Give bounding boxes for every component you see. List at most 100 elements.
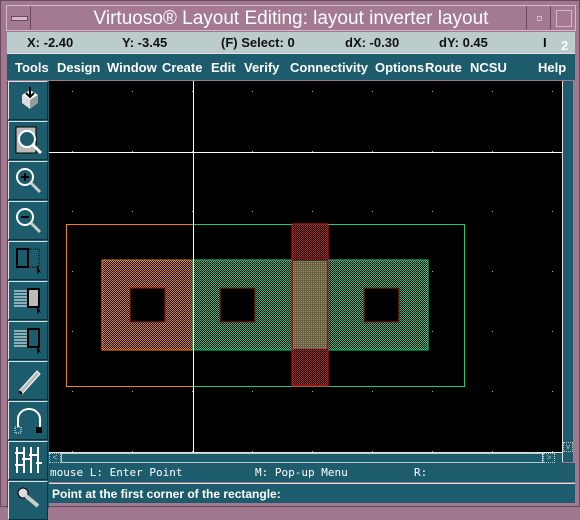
- grid-dot: [132, 211, 133, 212]
- grid-dot: [492, 151, 493, 152]
- grid-dot: [492, 271, 493, 272]
- mouse-bindings-bar: mouse L: Enter Point M: Pop-up Menu R:: [49, 463, 575, 482]
- delta-x: dX: -0.30: [345, 35, 400, 50]
- layout-window: Virtuoso® Layout Editing: layout inverte…: [0, 0, 580, 520]
- window-menu-button[interactable]: [7, 6, 31, 30]
- grid-dot: [432, 391, 433, 392]
- select-count: (F) Select: 0: [221, 35, 295, 50]
- horizontal-scroll-thumb[interactable]: [61, 453, 543, 463]
- delete-tool-button[interactable]: [8, 361, 48, 400]
- coordinate-status-bar: X: -2.40 Y: -3.45 (F) Select: 0 dX: -0.3…: [7, 32, 521, 53]
- mouse-left-binding: mouse L: Enter Point: [50, 466, 183, 479]
- zoom-fit-tool-button[interactable]: [8, 121, 48, 160]
- grid-dot: [432, 91, 433, 92]
- contact-3[interactable]: [363, 287, 400, 323]
- menu-edit[interactable]: Edit: [211, 60, 236, 75]
- vertical-scrollbar[interactable]: v: [562, 81, 573, 462]
- horizontal-scrollbar[interactable]: < >: [49, 452, 562, 463]
- menu-tools[interactable]: Tools: [15, 60, 49, 75]
- grid-dot: [492, 91, 493, 92]
- tool-palette: [7, 81, 49, 520]
- grid-dot: [132, 151, 133, 152]
- mouse-middle-binding: M: Pop-up Menu: [255, 466, 348, 479]
- stretch-icon: [16, 248, 41, 274]
- grid-dot: [252, 151, 253, 152]
- layout-drawing[interactable]: [49, 81, 562, 452]
- grid-dot: [492, 331, 493, 332]
- delta-y: dY: 0.45: [439, 35, 488, 50]
- grid-dot: [132, 91, 133, 92]
- scroll-down-arrow-icon[interactable]: v: [563, 442, 573, 452]
- menu-connectivity[interactable]: Connectivity: [290, 60, 368, 75]
- save-tool-button[interactable]: [8, 81, 48, 120]
- copy-tool-button[interactable]: [8, 281, 48, 320]
- move-icon: [14, 328, 41, 354]
- grid-dot: [72, 211, 73, 212]
- delete-icon: [18, 370, 41, 395]
- grid-dot: [252, 211, 253, 212]
- grid-dot: [72, 271, 73, 272]
- grid-dot: [372, 91, 373, 92]
- grid-dot: [432, 151, 433, 152]
- menu-bar: Tools Design Window Create Edit Verify C…: [7, 53, 575, 80]
- grid-dot: [252, 391, 253, 392]
- grid-dot: [192, 391, 193, 392]
- grid-dot: [552, 331, 553, 332]
- zoom-out-tool-button[interactable]: [8, 201, 48, 240]
- window-number: 2: [561, 38, 569, 53]
- grid-dot: [492, 391, 493, 392]
- scroll-right-arrow-icon[interactable]: >: [543, 453, 555, 463]
- grid-dot: [72, 91, 73, 92]
- grid-dot: [192, 211, 193, 212]
- window-title: Virtuoso® Layout Editing: layout inverte…: [93, 8, 489, 29]
- grid-dot: [372, 391, 373, 392]
- title-bar[interactable]: Virtuoso® Layout Editing: layout inverte…: [6, 5, 576, 31]
- undo-icon: [14, 408, 42, 434]
- menu-options[interactable]: Options: [375, 60, 424, 75]
- properties-icon: [15, 447, 42, 473]
- scroll-left-arrow-icon[interactable]: <: [49, 453, 61, 463]
- grid-dot: [72, 151, 73, 152]
- grid-dot: [312, 391, 313, 392]
- zoom-in-icon: [16, 168, 42, 194]
- maximize-button[interactable]: [550, 6, 575, 30]
- grid-dot: [552, 391, 553, 392]
- cursor-y: Y: -3.45: [122, 35, 168, 50]
- grid-dot: [432, 331, 433, 332]
- grid-dot: [552, 271, 553, 272]
- grid-dot: [312, 151, 313, 152]
- contact-2[interactable]: [219, 287, 256, 323]
- zoom-fit-icon: [15, 126, 43, 155]
- status-extra-text: I: [543, 35, 547, 50]
- properties-tool-button[interactable]: [8, 441, 48, 480]
- grid-dot: [552, 151, 553, 152]
- menu-design[interactable]: Design: [57, 60, 100, 75]
- ruler-icon: [17, 487, 40, 508]
- grid-dot: [372, 211, 373, 212]
- save-icon: [22, 87, 38, 109]
- ruler-tool-button[interactable]: [8, 481, 48, 520]
- grid-dot: [132, 391, 133, 392]
- menu-verify[interactable]: Verify: [244, 60, 279, 75]
- gate-overlap: [293, 261, 327, 349]
- menu-route[interactable]: Route: [425, 60, 462, 75]
- stretch-tool-button[interactable]: [8, 241, 48, 280]
- undo-tool-button[interactable]: [8, 401, 48, 440]
- cursor-x: X: -2.40: [27, 35, 74, 50]
- grid-dot: [432, 211, 433, 212]
- layout-canvas[interactable]: [49, 81, 562, 452]
- grid-dot: [372, 151, 373, 152]
- zoom-in-tool-button[interactable]: [8, 161, 48, 200]
- menu-help[interactable]: Help: [538, 60, 566, 75]
- grid-dot: [312, 91, 313, 92]
- grid-dot: [552, 211, 553, 212]
- move-tool-button[interactable]: [8, 321, 48, 360]
- minimize-button[interactable]: [526, 6, 550, 30]
- grid-dot: [432, 271, 433, 272]
- grid-dot: [192, 91, 193, 92]
- contact-1[interactable]: [129, 287, 166, 323]
- menu-ncsu[interactable]: NCSU: [470, 60, 507, 75]
- menu-create[interactable]: Create: [162, 60, 202, 75]
- grid-dot: [552, 91, 553, 92]
- menu-window[interactable]: Window: [107, 60, 157, 75]
